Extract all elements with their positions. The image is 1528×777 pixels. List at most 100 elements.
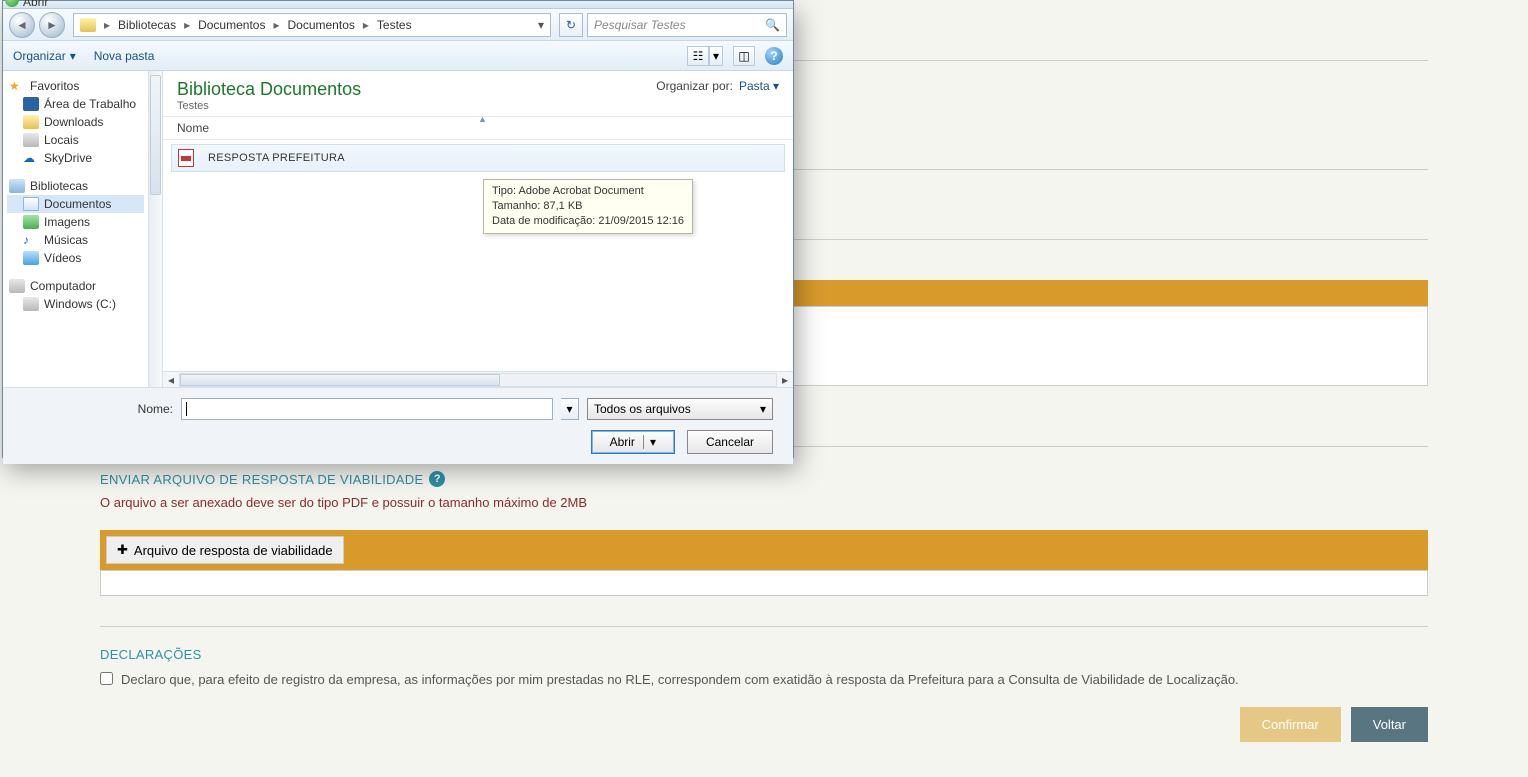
crumb-documentos2[interactable]: Documentos [282,14,361,36]
scroll-track[interactable] [179,373,777,387]
column-header-name[interactable]: Nome ▲ [163,116,793,140]
tree-favorites-label: Favoritos [30,79,79,93]
breadcrumb-dropdown[interactable]: ▾ [532,18,550,32]
view-mode-dropdown[interactable]: ▾ [709,46,723,66]
library-title: Biblioteca Documentos [177,79,361,100]
drive-icon [23,297,39,311]
open-button-label: Abrir [610,435,635,449]
dialog-title: Abrir [23,0,48,9]
music-icon: ♪ [23,233,39,247]
search-icon[interactable]: 🔍 [765,18,780,32]
chevron-right-icon: ▸ [271,18,281,32]
tree-item-windows-c[interactable]: Windows (C:) [7,295,144,313]
tree-favorites[interactable]: ★ Favoritos [7,77,144,95]
upload-warning: O arquivo a ser anexado deve ser do tipo… [100,495,1428,510]
chevron-down-icon: ▾ [70,49,76,63]
upload-file-list [100,570,1428,596]
chevron-right-icon: ▸ [102,18,112,32]
dialog-titlebar[interactable]: Abrir [3,1,793,9]
tree-item-desktop[interactable]: Área de Trabalho [7,95,144,113]
star-icon: ★ [9,79,25,93]
tree-item-label: Documentos [44,197,111,211]
confirm-button[interactable]: Confirmar [1240,707,1341,742]
tree-item-videos[interactable]: Vídeos [7,249,144,267]
breadcrumb[interactable]: ▸ Bibliotecas ▸ Documentos ▸ Documentos … [73,13,551,37]
file-type-filter-label: Todos os arquivos [594,402,691,416]
tree-computer-label: Computador [30,279,96,293]
organize-menu[interactable]: Organizar ▾ [13,49,76,63]
document-icon [23,197,39,211]
close-icon[interactable] [751,0,793,5]
upload-file-button[interactable]: ✚ Arquivo de resposta de viabilidade [106,536,344,564]
app-icon [5,0,19,7]
upload-file-button-label: Arquivo de resposta de viabilidade [134,543,333,558]
tree-item-skydrive[interactable]: ☁SkyDrive [7,149,144,167]
tree-item-label: SkyDrive [44,151,92,165]
tree-item-documents[interactable]: Documentos [7,195,144,213]
scroll-right-icon[interactable]: ▸ [777,373,793,387]
horizontal-scrollbar[interactable]: ◂ ▸ [163,371,793,387]
tree-item-label: Vídeos [44,251,81,265]
crumb-documentos1[interactable]: Documentos [192,14,271,36]
scrollbar-thumb[interactable] [150,75,161,195]
filename-dropdown[interactable]: ▾ [561,398,579,420]
view-mode-button[interactable]: ☷ [687,46,709,66]
arrange-by-dropdown[interactable]: Pasta ▾ [739,79,779,93]
nav-forward-button[interactable]: ► [39,12,65,38]
tree-item-label: Windows (C:) [44,297,116,311]
back-button[interactable]: Voltar [1351,707,1428,742]
tree-item-recent[interactable]: Locais [7,131,144,149]
declaration-checkbox[interactable] [100,672,113,685]
filename-input[interactable] [181,398,553,420]
pdf-icon [178,149,194,167]
upload-bar: ✚ Arquivo de resposta de viabilidade [100,530,1428,570]
crumb-bibliotecas[interactable]: Bibliotecas [112,14,182,36]
plus-icon: ✚ [117,542,128,558]
declaration-text: Declaro que, para efeito de registro da … [121,672,1239,687]
tree-libraries[interactable]: Bibliotecas [7,177,144,195]
file-tooltip: Tipo: Adobe Acrobat Document Tamanho: 87… [483,179,693,234]
file-name: RESPOSTA PREFEITURA [208,152,345,164]
tree-item-label: Área de Trabalho [44,97,136,111]
declarations-title: DECLARAÇÕES [100,647,1428,662]
scroll-thumb[interactable] [180,374,500,386]
tree-item-label: Downloads [44,115,103,129]
tooltip-type: Tipo: Adobe Acrobat Document [492,184,684,199]
breadcrumb-root-icon[interactable] [74,14,102,36]
tree-item-images[interactable]: Imagens [7,213,144,231]
help-button[interactable]: ? [765,47,783,65]
sort-indicator-icon: ▲ [478,114,487,124]
organize-label: Organizar [13,49,66,63]
open-button[interactable]: Abrir ▾ [591,430,675,454]
cancel-button[interactable]: Cancelar [687,430,773,454]
file-open-dialog: Abrir ◄ ► ▸ Bibliotecas ▸ Documentos ▸ D… [2,0,794,458]
nav-back-button[interactable]: ◄ [9,12,35,38]
chevron-down-icon: ▾ [760,402,766,416]
crumb-testes[interactable]: Testes [371,14,418,36]
downloads-icon [23,115,39,129]
images-icon [23,215,39,229]
preview-pane-button[interactable]: ◫ [733,46,755,66]
search-input[interactable]: Pesquisar Testes 🔍 [587,13,787,37]
upload-section-title: ENVIAR ARQUIVO DE RESPOSTA DE VIABILIDAD… [100,472,423,487]
arrange-label: Organizar por: [656,79,733,93]
tree-item-music[interactable]: ♪Músicas [7,231,144,249]
navigation-tree: ★ Favoritos Área de Trabalho Downloads Lo… [3,71,163,387]
new-folder-button[interactable]: Nova pasta [94,49,155,63]
help-icon[interactable]: ? [429,471,445,487]
tree-computer[interactable]: Computador [7,277,144,295]
tree-item-downloads[interactable]: Downloads [7,113,144,131]
file-row[interactable]: RESPOSTA PREFEITURA [171,144,785,172]
scroll-left-icon[interactable]: ◂ [163,373,179,387]
open-button-dropdown[interactable]: ▾ [643,435,656,449]
filename-label: Nome: [23,402,173,416]
tree-libraries-label: Bibliotecas [30,179,88,193]
chevron-right-icon: ▸ [361,18,371,32]
tree-item-label: Imagens [44,215,90,229]
library-icon [9,179,25,193]
tree-scrollbar[interactable] [148,71,162,387]
refresh-icon[interactable]: ↻ [559,13,583,37]
arrange-value: Pasta [739,79,770,93]
file-type-filter[interactable]: Todos os arquivos ▾ [587,398,773,420]
search-placeholder: Pesquisar Testes [594,18,686,32]
